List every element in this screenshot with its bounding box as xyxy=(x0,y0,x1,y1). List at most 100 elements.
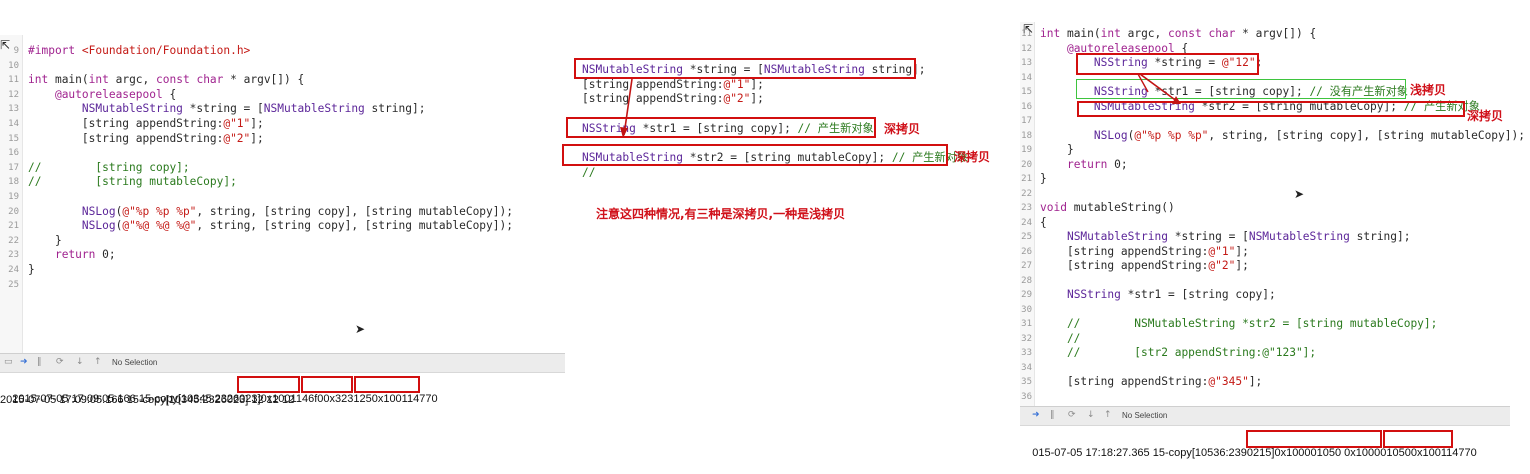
console-line-2: 2015-07-05 17:09:05.166 15-copy[10345:23… xyxy=(0,394,295,406)
editor-panel-left: 9 10 11 12 13 14 15 16 17 18 19 20 21 22 23 24 25 #impor… xyxy=(0,35,565,410)
pause-icon[interactable]: ‖ xyxy=(37,357,42,367)
line-number: 15 xyxy=(8,133,19,144)
code-line: [string appendString:@"1"]; xyxy=(28,117,264,130)
code-line: [string appendString:@"2"]; xyxy=(1040,259,1249,272)
line-number: 27 xyxy=(1021,261,1032,271)
line-number: 14 xyxy=(8,119,19,129)
code-line: [string appendString:@"2"]; xyxy=(28,131,264,145)
highlight-box xyxy=(562,144,948,166)
code-line: NSString *str1 = [string copy]; xyxy=(1066,288,1276,301)
line-number: 22 xyxy=(1021,188,1032,199)
step-over-icon[interactable]: ⟳ xyxy=(1068,410,1076,420)
line-number: 31 xyxy=(1021,319,1032,329)
shallow-copy-label: 浅拷贝 xyxy=(1410,83,1447,97)
step-out-icon[interactable]: ↑ xyxy=(94,357,102,367)
no-selection-label: No Selection xyxy=(1122,411,1168,420)
code-line: return 0; xyxy=(54,248,116,262)
line-number: 34 xyxy=(1021,362,1032,373)
code-line: // NSMutableString *str2 = [string mutab… xyxy=(1040,317,1438,330)
console-prefix: 015-07-05 17:18:27.365 15-copy[10536:239… xyxy=(1032,447,1275,459)
line-number: 22 xyxy=(8,235,19,246)
code-line: NSLog(@"%p %p %p", string, [string copy]… xyxy=(81,204,513,218)
line-number: 33 xyxy=(1021,348,1032,358)
code-line: } xyxy=(1040,172,1047,185)
breakpoints-icon[interactable]: ➜ xyxy=(1032,410,1040,420)
code-line: void mutableString() xyxy=(1040,201,1175,214)
code-line: } xyxy=(1040,143,1074,156)
line-number: 19 xyxy=(1021,145,1032,155)
line-number: 24 xyxy=(8,265,19,275)
line-number: 30 xyxy=(1021,304,1032,315)
line-number: 23 xyxy=(8,250,19,261)
step-into-icon[interactable]: ↓ xyxy=(1087,410,1095,420)
code-line: // [str2 appendString:@"123"]; xyxy=(1040,346,1317,359)
mouse-pointer-icon: ➤ xyxy=(355,322,366,336)
code-line: int main(int argc, const char * argv[]) … xyxy=(28,73,305,87)
arrow-connector xyxy=(620,78,633,138)
code-line: // xyxy=(1040,331,1081,345)
editor-panel-right: 11 12 13 14 15 16 17 18 19 20 21 22 23 24 25 26 27 28 29 30… xyxy=(1020,22,1525,459)
code-line: } xyxy=(28,233,62,247)
breakpoints-icon[interactable]: ➜ xyxy=(20,357,28,367)
highlight-box xyxy=(301,376,353,393)
step-over-icon[interactable]: ⟳ xyxy=(56,357,64,367)
code-line: [string appendString:@"345"]; xyxy=(1040,375,1263,388)
line-number: 20 xyxy=(1021,159,1032,170)
line-number: 29 xyxy=(1021,290,1032,300)
line-number: 35 xyxy=(1021,377,1032,387)
line-number: 36 xyxy=(1021,391,1032,402)
code-line: // [string mutableCopy]; xyxy=(28,175,237,189)
highlight-box xyxy=(237,376,300,393)
code-line: { xyxy=(1040,215,1047,229)
deep-copy-label: 深拷贝 xyxy=(954,150,991,164)
line-number: 21 xyxy=(8,221,19,232)
no-selection-label: No Selection xyxy=(112,358,158,367)
deep-copy-label: 深拷贝 xyxy=(1467,109,1504,123)
line-number: 21 xyxy=(1021,174,1032,184)
step-out-icon[interactable]: ↑ xyxy=(1104,410,1112,420)
line-number: 24 xyxy=(1021,217,1032,228)
line-number: 26 xyxy=(1021,246,1032,257)
line-number: 11 xyxy=(8,75,19,86)
line-number: 32 xyxy=(1021,333,1032,344)
code-line: @autoreleasepool { xyxy=(54,87,177,101)
code-line: // xyxy=(582,165,596,179)
arrow-connector xyxy=(1137,73,1181,104)
mouse-pointer-icon: ⇱ xyxy=(0,38,11,52)
line-number: 25 xyxy=(8,279,19,290)
line-number: 17 xyxy=(8,162,19,173)
code-line: return 0; xyxy=(1066,157,1128,171)
line-number: 19 xyxy=(8,192,19,202)
debug-toolbar: ➜ ‖ ⟳ ↓ ↑ No Selection xyxy=(1020,406,1510,426)
console-addr: 0x100001050 0x100001050 xyxy=(1274,447,1411,459)
line-number: 23 xyxy=(1021,203,1032,213)
line-number: 20 xyxy=(8,206,19,217)
pause-icon[interactable]: ‖ xyxy=(1050,410,1055,420)
code-line: #import <Foundation/Foundation.h> xyxy=(28,44,251,57)
console-addr: 0x100114770 xyxy=(1410,447,1477,459)
code-line: NSLog(@"%@ %@ %@", string, [string copy]… xyxy=(81,219,513,233)
line-number: 28 xyxy=(1021,275,1032,286)
line-number: 18 xyxy=(8,177,19,188)
highlight-box xyxy=(1383,430,1453,448)
debug-toolbar: ▭ ➜ ‖ ⟳ ↓ ↑ No Selection xyxy=(0,353,565,373)
highlight-box xyxy=(1246,430,1382,448)
line-number: 25 xyxy=(1021,232,1032,242)
code-line: NSLog(@"%p %p %p", string, [string copy]… xyxy=(1093,128,1525,142)
code-line: // [string copy]; xyxy=(28,160,190,174)
code-line: } xyxy=(28,263,35,276)
line-number: 10 xyxy=(8,60,19,71)
console-addr: 0x323125 xyxy=(323,393,372,405)
hide-panel-icon[interactable]: ▭ xyxy=(4,357,13,367)
mouse-pointer-icon: ➤ xyxy=(1294,187,1305,201)
line-number: 16 xyxy=(8,148,19,159)
line-number: 18 xyxy=(1021,130,1032,141)
console-addr: 0x100114770 xyxy=(371,393,438,405)
highlight-box xyxy=(354,376,420,393)
annotation-panel-middle: NSMutableString *string = [NSMutableStri… xyxy=(562,55,1000,235)
step-into-icon[interactable]: ↓ xyxy=(76,357,84,367)
line-number: 12 xyxy=(8,89,19,100)
code-line: NSMutableString *string = [NSMutableStri… xyxy=(1066,230,1411,243)
four-cases-note: 注意这四种情况,有三种是深拷贝,一种是浅拷贝 xyxy=(596,207,846,221)
line-number: 13 xyxy=(8,104,19,115)
